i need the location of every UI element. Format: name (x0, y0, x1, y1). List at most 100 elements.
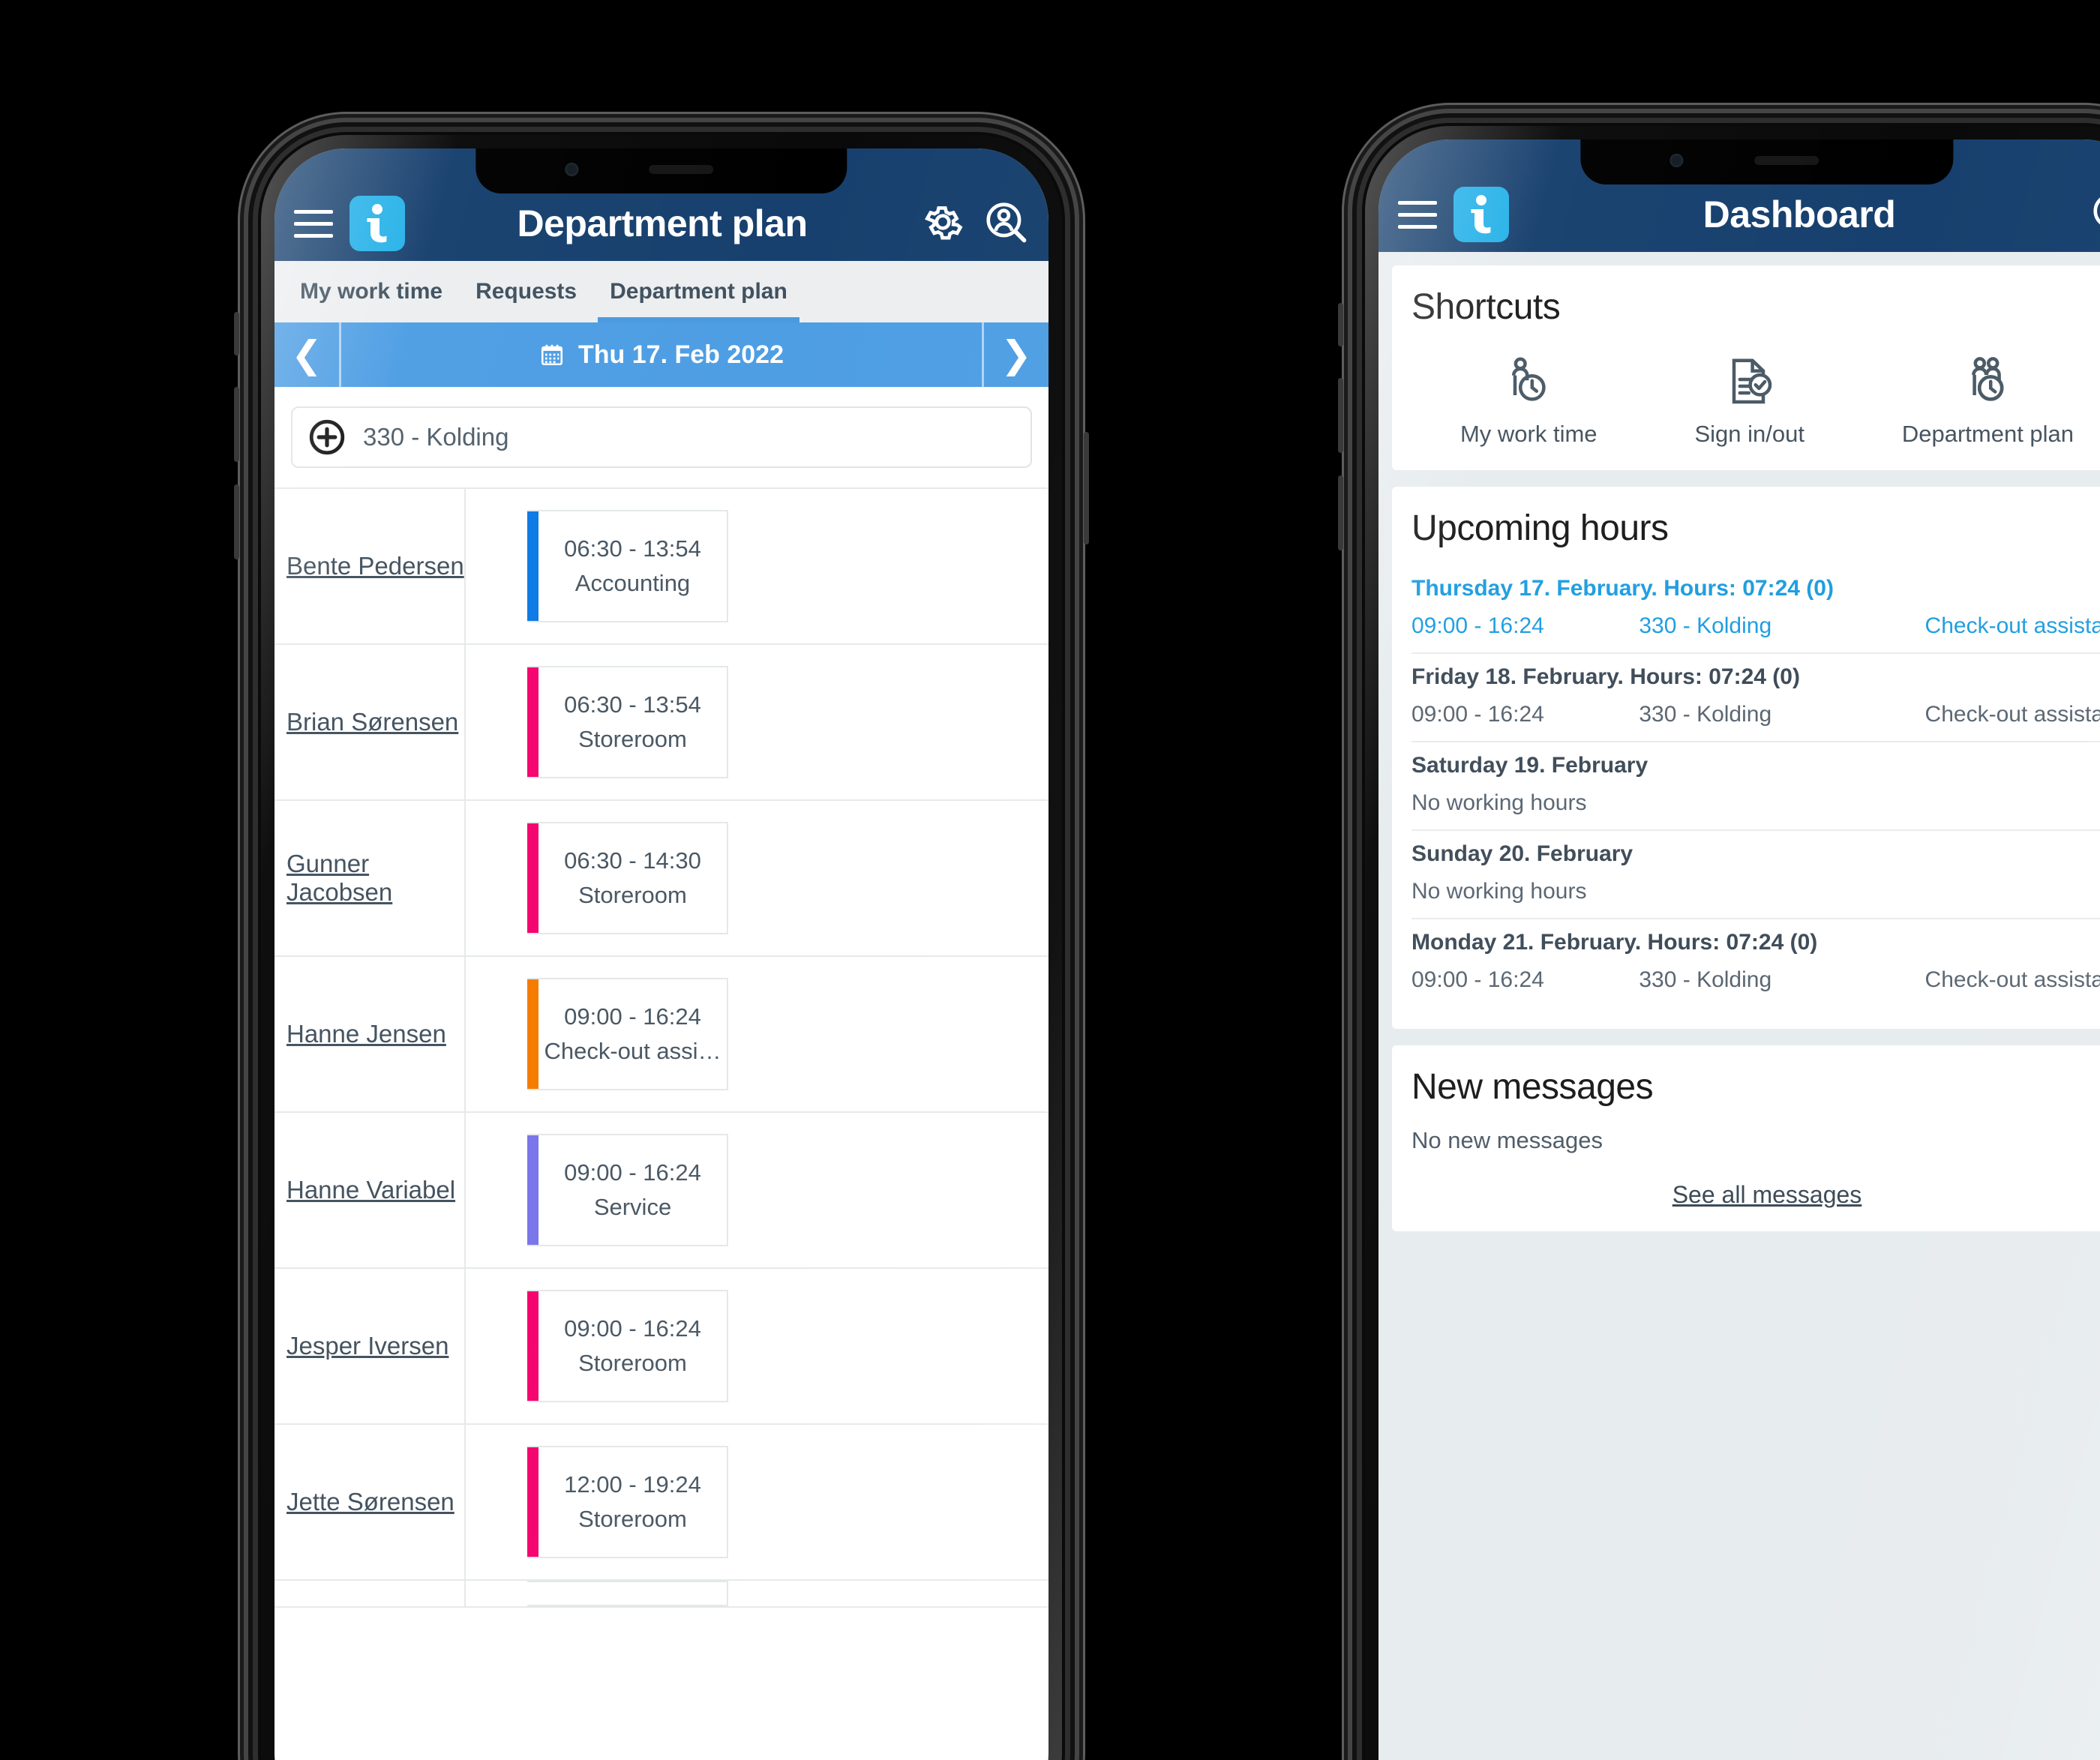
shift-cell: 06:30 - 13:54 Storeroom (466, 645, 1048, 799)
list-item[interactable]: Thursday 17. February. Hours: 07:24 (0) 0… (1412, 565, 2100, 654)
no-working-hours-text: No working hours (1412, 790, 1587, 815)
shift-time: 09:00 - 16:24 (1412, 702, 1544, 727)
employee-name-cell[interactable] (274, 1581, 466, 1606)
earpiece-speaker (648, 165, 713, 174)
screen-right: Dashboard Shortcuts My work time Sign in… (1378, 139, 2100, 1760)
chevron-right-icon[interactable]: ❯ (984, 333, 1048, 376)
shift-chip[interactable]: 09:00 - 16:24 Check-out assi… (527, 978, 728, 1090)
shortcuts-row: My work time Sign in/out Department plan (1412, 355, 2100, 448)
table-row[interactable]: Jette Sørensen 12:00 - 19:24 Storeroom (274, 1425, 1048, 1581)
shortcut-department-plan[interactable]: Department plan (1902, 355, 2074, 448)
document-check-icon (1732, 358, 1772, 404)
volume-up-button[interactable] (1338, 378, 1343, 453)
table-row[interactable]: Bente Pedersen 06:30 - 13:54 Accounting (274, 489, 1048, 645)
shift-task: Storeroom (578, 726, 687, 752)
app-logo-icon[interactable] (350, 196, 405, 251)
shift-chip[interactable]: 06:30 - 13:54 Storeroom (527, 666, 728, 778)
chevron-left-icon[interactable]: ❮ (274, 333, 339, 376)
shift-task: Check-out assistant (1924, 967, 2100, 992)
shift-department: 330 - Kolding (1639, 702, 1772, 727)
department-plan-list[interactable]: Bente Pedersen 06:30 - 13:54 Accounting Bri… (274, 487, 1048, 1608)
shift-chip[interactable]: 06:30 - 13:54 Accounting (527, 510, 728, 622)
list-item[interactable]: Saturday 19. February No working hours (1412, 742, 2100, 831)
shift-cell: 06:30 - 13:54 Accounting (466, 489, 1048, 643)
gear-icon[interactable] (920, 199, 966, 249)
mute-switch[interactable] (234, 312, 239, 355)
table-row[interactable]: Brian Sørensen 06:30 - 13:54 Storeroom (274, 645, 1048, 801)
shift-chip[interactable]: 09:00 - 16:24 Storeroom (527, 1290, 728, 1402)
table-row[interactable]: Jesper Iversen 09:00 - 16:24 Storeroom (274, 1269, 1048, 1425)
upcoming-hours-title: Upcoming hours (1412, 508, 1669, 548)
employee-name-cell[interactable]: Gunner Jacobsen (274, 801, 466, 955)
current-date[interactable]: Thu 17. Feb 2022 (341, 340, 982, 370)
shift-task: Check-out assistant (1924, 702, 2100, 727)
table-row-partial[interactable] (274, 1581, 1048, 1608)
shortcut-my-work-time[interactable]: My work time (1460, 355, 1598, 448)
shift-color-bar (527, 823, 538, 933)
employee-name-cell[interactable]: Bente Pedersen (274, 489, 466, 643)
shortcut-label: Sign in/out (1694, 421, 1804, 447)
shortcut-sign-in-out[interactable]: Sign in/out (1694, 355, 1804, 448)
shift-task: Service (593, 1194, 672, 1220)
table-row[interactable]: Hanne Variabel 09:00 - 16:24 Service (274, 1113, 1048, 1269)
volume-down-button[interactable] (1338, 475, 1343, 550)
employee-name-cell[interactable]: Hanne Jensen (274, 957, 466, 1111)
see-all-messages-link[interactable]: See all messages (1412, 1181, 2100, 1209)
shift-task: Check-out assistant (1924, 613, 2100, 638)
table-row[interactable]: Gunner Jacobsen 06:30 - 14:30 Storeroom (274, 801, 1048, 957)
list-item[interactable]: Friday 18. February. Hours: 07:24 (0) 09:… (1412, 654, 2100, 742)
employee-name: Hanne Variabel (286, 1176, 456, 1204)
hamburger-icon[interactable] (1398, 200, 1437, 229)
volume-down-button[interactable] (234, 484, 239, 559)
shift-chip[interactable]: 09:00 - 16:24 Service (527, 1134, 728, 1246)
shift-chip[interactable]: 06:30 - 14:30 Storeroom (527, 822, 728, 934)
shift-color-bar (527, 667, 538, 777)
employee-name-cell[interactable]: Jette Sørensen (274, 1425, 466, 1579)
shift-department: 330 - Kolding (1639, 613, 1772, 638)
hamburger-icon[interactable] (294, 209, 333, 238)
day-title: Sunday 20. February (1412, 841, 1634, 866)
see-all-messages-label: See all messages (1672, 1181, 1862, 1208)
list-item[interactable]: Monday 21. February. Hours: 07:24 (0) 09:… (1412, 919, 2100, 1006)
department-picker[interactable]: 330 - Kolding (291, 406, 1032, 468)
shift-chip[interactable]: 12:00 - 19:24 Storeroom (527, 1446, 728, 1558)
employee-name: Hanne Jensen (286, 1020, 446, 1048)
shift-time: 06:30 - 13:54 (564, 535, 701, 562)
person-search-icon[interactable] (982, 199, 1029, 249)
shift-department: 330 - Kolding (1639, 967, 1772, 992)
app-logo-icon[interactable] (1454, 187, 1509, 242)
employee-name-cell[interactable]: Jesper Iversen (274, 1269, 466, 1423)
plus-circle-icon[interactable] (308, 418, 346, 457)
person-clock-icon (1512, 357, 1546, 401)
shift-color-bar (527, 1291, 538, 1401)
employee-name-cell[interactable]: Brian Sørensen (274, 645, 466, 799)
department-label: 330 - Kolding (363, 423, 509, 451)
new-messages-title: New messages (1412, 1067, 1654, 1107)
earpiece-speaker (1754, 156, 1819, 165)
tab-department-plan[interactable]: Department plan (593, 261, 804, 322)
shift-chip[interactable] (527, 1581, 728, 1606)
shift-cell: 09:00 - 16:24 Service (466, 1113, 1048, 1267)
volume-up-button[interactable] (234, 387, 239, 462)
shift-task: Storeroom (578, 882, 687, 908)
shift-time: 09:00 - 16:24 (564, 1003, 701, 1030)
power-button[interactable] (1084, 432, 1089, 544)
no-working-hours-text: No working hours (1412, 879, 1587, 904)
person-search-icon[interactable] (2090, 190, 2100, 240)
shift-task: Accounting (574, 570, 691, 596)
list-item[interactable]: Sunday 20. February No working hours (1412, 831, 2100, 919)
shift-time: 09:00 - 16:24 (564, 1315, 701, 1342)
day-title: Monday 21. February. Hours: 07:24 (0) (1412, 930, 1818, 955)
mute-switch[interactable] (1338, 303, 1343, 346)
front-camera-icon (1670, 154, 1684, 167)
calendar-icon (541, 344, 563, 366)
no-new-messages-text: No new messages (1412, 1127, 1604, 1153)
day-title: Saturday 19. February (1412, 753, 1648, 778)
employee-name-cell[interactable]: Hanne Variabel (274, 1113, 466, 1267)
tab-requests[interactable]: Requests (459, 261, 593, 322)
shift-color-bar (527, 979, 538, 1089)
table-row[interactable]: Hanne Jensen 09:00 - 16:24 Check-out assi… (274, 957, 1048, 1113)
employee-name: Jesper Iversen (286, 1332, 449, 1360)
tab-my-work-time[interactable]: My work time (284, 261, 459, 322)
shift-time: 06:30 - 14:30 (564, 847, 701, 874)
